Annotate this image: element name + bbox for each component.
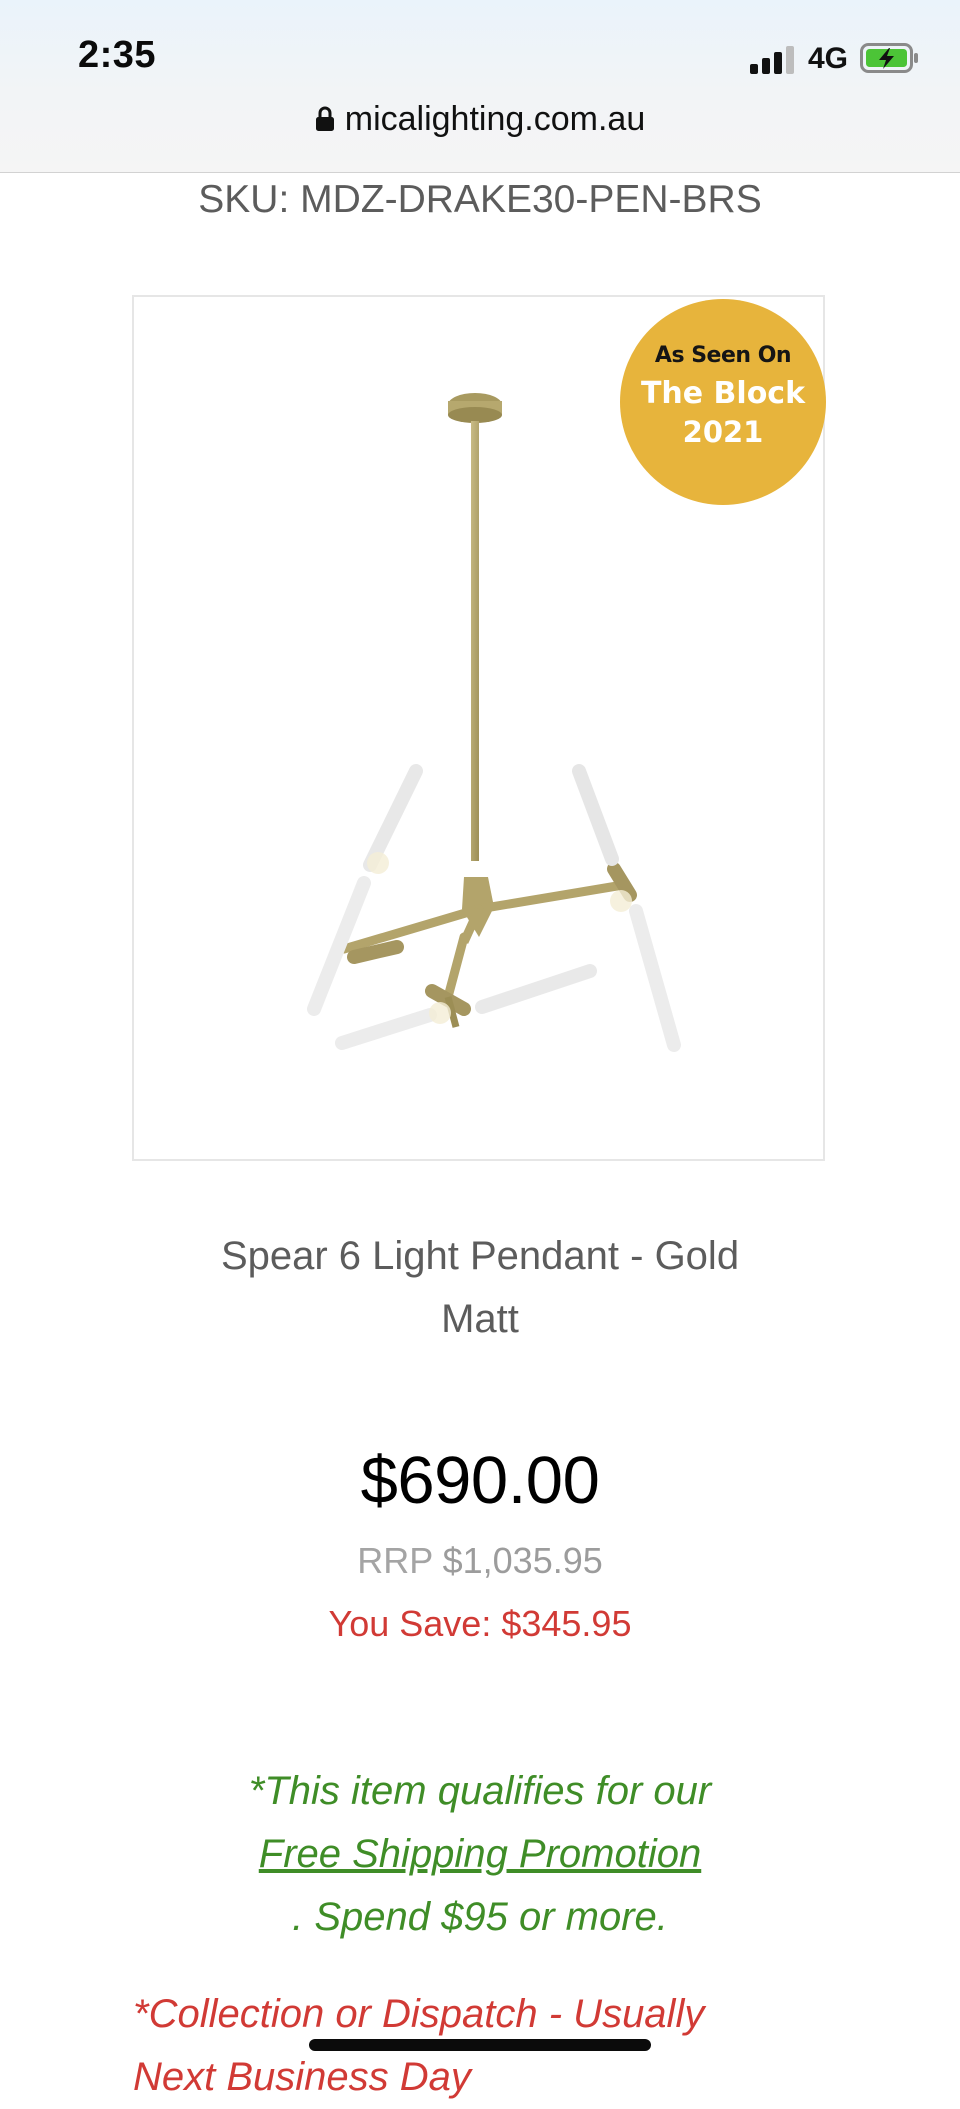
lock-icon xyxy=(315,106,334,131)
dispatch-line-1: *Collection or Dispatch - Usually xyxy=(133,1992,705,2036)
free-shipping-notice: *This item qualifies for our Free Shippi… xyxy=(0,1760,960,1949)
as-seen-on-badge: As Seen On The Block 2021 xyxy=(620,299,826,505)
you-save-value: $345.95 xyxy=(501,1603,632,1644)
home-indicator[interactable] xyxy=(309,2039,651,2051)
badge-line-2: The Block xyxy=(640,376,806,411)
badge-line-1: As Seen On xyxy=(654,343,792,368)
cellular-signal-icon xyxy=(750,44,796,74)
shipping-line-1: *This item qualifies for our xyxy=(248,1769,712,1813)
status-bar: 2:35 4G micalighting.com.au xyxy=(0,0,960,173)
network-type: 4G xyxy=(808,42,849,75)
you-save-line: You Save: $345.95 xyxy=(0,1603,960,1645)
address-bar[interactable]: micalighting.com.au xyxy=(0,100,960,139)
rrp-label: RRP xyxy=(357,1540,433,1581)
product-title-line-2: Matt xyxy=(441,1297,519,1341)
you-save-label: You Save: xyxy=(328,1603,492,1644)
dispatch-line-2: Next Business Day xyxy=(133,2055,471,2099)
rrp-value: $1,035.95 xyxy=(442,1540,603,1581)
rrp-line: RRP $1,035.95 xyxy=(0,1540,960,1582)
sku-value: MDZ-DRAKE30-PEN-BRS xyxy=(300,178,762,221)
battery-charging-icon xyxy=(860,43,918,73)
product-title-line-1: Spear 6 Light Pendant - Gold xyxy=(220,1234,740,1278)
badge-line-3: 2021 xyxy=(682,415,764,449)
clock: 2:35 xyxy=(78,34,157,76)
price: $690.00 xyxy=(360,1443,600,1518)
sku-line: SKU: MDZ-DRAKE30-PEN-BRS xyxy=(0,178,960,222)
free-shipping-link[interactable]: Free Shipping Promotion xyxy=(259,1832,701,1876)
shipping-line-3: . Spend $95 or more. xyxy=(292,1895,668,1939)
product-title: Spear 6 Light Pendant - Gold Matt xyxy=(160,1225,800,1351)
url-text: micalighting.com.au xyxy=(344,100,646,138)
sku-label: SKU: xyxy=(198,178,290,221)
